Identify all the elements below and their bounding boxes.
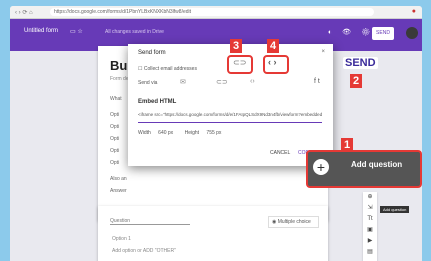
extension-icon[interactable]: ● <box>412 8 416 15</box>
link-highlight-box: ⊂⊃ <box>227 55 253 74</box>
embed-icon: ‹ › <box>268 57 277 67</box>
browser-toolbar: ‹ › ⟳ ⌂ https://docs.google.com/forms/d/… <box>10 6 422 19</box>
add-option[interactable]: Add option or ADD "OTHER" <box>112 248 176 254</box>
badge-4: 4 <box>267 39 279 53</box>
send-via-label: Send via <box>138 80 158 86</box>
nav-controls[interactable]: ‹ › ⟳ ⌂ <box>15 9 33 16</box>
list-item[interactable]: Opti <box>110 112 119 118</box>
email-icon[interactable]: ✉ <box>180 78 186 86</box>
page-background: ‹ › ⟳ ⌂ https://docs.google.com/forms/d/… <box>0 0 431 261</box>
send-button[interactable]: SEND <box>372 27 394 40</box>
tooltip: Add question <box>380 206 410 213</box>
browser-window: ‹ › ⟳ ⌂ https://docs.google.com/forms/d/… <box>10 6 422 261</box>
add-question-button[interactable]: Add question <box>351 160 402 169</box>
add-image-icon[interactable]: ▣ <box>363 225 377 236</box>
add-video-icon[interactable]: ▶ <box>363 236 377 247</box>
add-question-icon[interactable]: ⊕ <box>363 192 377 203</box>
embed-heading: Embed HTML <box>138 99 177 105</box>
link-tab-icon[interactable]: ⊂⊃ <box>216 78 228 86</box>
height-unit: px <box>216 130 222 136</box>
question-type-select[interactable]: ◉ Multiple choice <box>268 216 319 228</box>
embed-dimensions: Width 640 px Height 755 px <box>138 130 221 136</box>
list-item[interactable]: Opti <box>110 124 119 130</box>
social-share-icons[interactable]: f t <box>314 78 320 85</box>
send-callout: SEND <box>343 57 378 69</box>
list-item[interactable]: Also an <box>110 176 127 182</box>
badge-3: 3 <box>230 39 242 53</box>
embed-code-field[interactable]: <iframe src="https://docs.google.com/for… <box>138 112 322 123</box>
dialog-title: Send form <box>138 50 166 56</box>
badge-2: 2 <box>350 74 362 88</box>
question-card: Question ◉ Multiple choice Option 1 Add … <box>98 206 328 261</box>
form-name[interactable]: Untitled form <box>24 28 58 34</box>
embed-tab-icon[interactable]: ‹› <box>250 78 255 85</box>
list-item[interactable]: Opti <box>110 148 119 154</box>
width-unit: px <box>167 130 174 136</box>
list-item[interactable]: Opti <box>110 136 119 142</box>
height-label: Height <box>184 130 200 136</box>
save-status: All changes saved in Drive <box>105 29 164 35</box>
link-icon: ⊂⊃ <box>233 58 247 67</box>
avatar[interactable] <box>406 27 418 39</box>
question-toolbar: ⊕ ⇲ Tt ▣ ▶ ▤ <box>363 192 377 261</box>
cancel-button[interactable]: CANCEL <box>270 150 290 156</box>
close-icon[interactable]: × <box>321 49 325 55</box>
list-item[interactable]: Answer <box>110 188 127 194</box>
add-title-icon[interactable]: Tt <box>363 214 377 225</box>
question-label[interactable]: What <box>110 96 122 102</box>
add-section-icon[interactable]: ▤ <box>363 247 377 258</box>
height-input[interactable]: 755 <box>206 130 214 136</box>
header-tools-icons[interactable]: ◐ 👁 ⚙ <box>328 28 374 36</box>
width-label: Width <box>138 130 151 136</box>
add-question-plus-icon[interactable]: + <box>313 159 329 175</box>
collect-email-checkbox[interactable]: ☐ Collect email addresses <box>138 66 197 72</box>
folder-star-icons[interactable]: ▭ ☆ <box>70 28 83 35</box>
list-item[interactable]: Opti <box>110 160 119 166</box>
width-input[interactable]: 640 <box>158 130 166 136</box>
address-bar[interactable]: https://docs.google.com/forms/d/1PbnYLBx… <box>50 8 374 16</box>
embed-highlight-box: ‹ › <box>263 55 289 74</box>
question-input[interactable]: Question <box>110 218 190 225</box>
import-questions-icon[interactable]: ⇲ <box>363 203 377 214</box>
option-item[interactable]: Option 1 <box>112 236 131 242</box>
